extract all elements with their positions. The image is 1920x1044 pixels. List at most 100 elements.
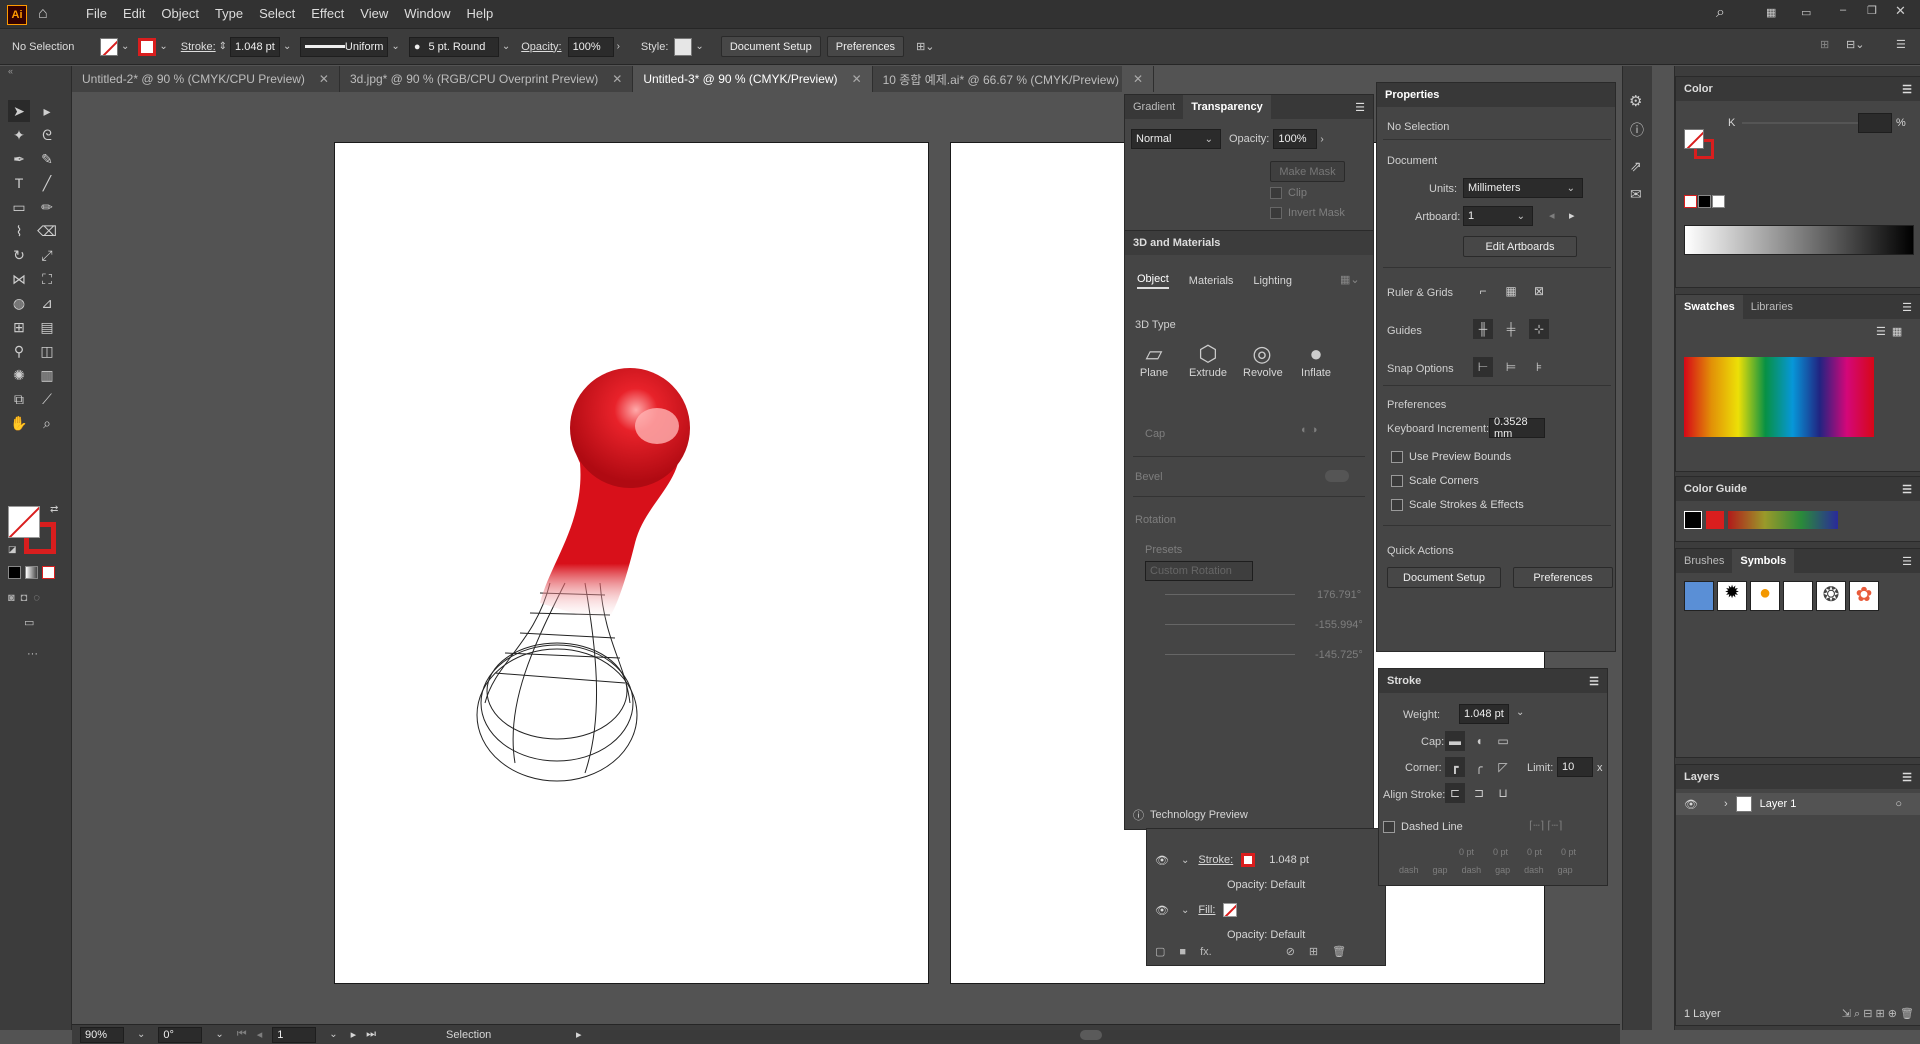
style-swatch[interactable] [674, 37, 693, 56]
k-value-field[interactable] [1858, 113, 1892, 133]
draw-normal-icon[interactable]: ◙ [8, 592, 15, 604]
brush-tool-icon[interactable]: ⌇ [8, 220, 30, 242]
close-icon[interactable]: ✕ [319, 72, 329, 86]
tab-gradient[interactable]: Gradient [1125, 95, 1183, 119]
tab-untitled-2[interactable]: Untitled-2* @ 90 % (CMYK/CPU Preview) ✕ [72, 66, 340, 92]
stroke-stepper-icon[interactable]: ⇕ [219, 41, 227, 52]
dash-field-1[interactable]: 0 pt [1459, 847, 1485, 857]
gradient-mode-icon[interactable] [25, 566, 38, 579]
lock-guides-icon[interactable]: ╪ [1501, 319, 1521, 339]
direct-selection-tool-icon[interactable]: ▸ [36, 100, 58, 122]
snap-glyph-icon[interactable]: ⊧ [1529, 357, 1549, 377]
horizontal-scrollbar[interactable] [599, 1029, 1560, 1040]
next-artboard-icon[interactable]: ▸ [351, 1028, 357, 1041]
brush-definition[interactable]: ● 5 pt. Round [408, 36, 499, 57]
add-stroke-icon[interactable]: ▢ [1155, 945, 1165, 958]
weight-field[interactable]: 1.048 pt [1459, 704, 1509, 724]
units-select[interactable]: Millimeters ⌄ [1463, 178, 1583, 198]
panel-menu-icon[interactable]: ☰ [1902, 555, 1912, 568]
stroke-weight-dropdown-icon[interactable]: ⌄ [283, 41, 291, 52]
snap-pixel-icon[interactable]: ⊨ [1501, 357, 1521, 377]
stroke-label[interactable]: Stroke: [1198, 854, 1233, 866]
stroke-weight-field[interactable]: 1.048 pt [230, 36, 281, 57]
artboard-select[interactable]: 1 ⌄ [1463, 206, 1533, 226]
dash-field-2[interactable]: 0 pt [1527, 847, 1553, 857]
add-fill-icon[interactable]: ■ [1179, 946, 1186, 958]
close-icon[interactable]: ✕ [1895, 3, 1906, 19]
3d-bulb-object[interactable] [335, 143, 930, 985]
pencil-tool-icon[interactable]: ✏ [36, 196, 58, 218]
panel-menu-icon[interactable]: ☰ [1896, 38, 1906, 51]
prev-artboard-icon[interactable]: ◂ [1549, 209, 1555, 222]
fill-color-icon[interactable] [1223, 903, 1238, 917]
close-icon[interactable]: ✕ [1133, 72, 1143, 86]
bevel-toggle[interactable] [1325, 470, 1349, 482]
minimize-icon[interactable]: – [1840, 4, 1846, 16]
symbol-2[interactable]: ✹ [1717, 581, 1747, 611]
profile-dropdown-icon[interactable]: ⌄ [391, 41, 399, 52]
tab-libraries[interactable]: Libraries [1743, 295, 1801, 319]
rotation-dropdown-icon[interactable]: ⌄ [215, 1029, 223, 1040]
close-icon[interactable]: ✕ [852, 72, 862, 86]
gradient-tool-icon[interactable]: ▤ [36, 316, 58, 338]
info-icon[interactable]: ⓘ [1630, 120, 1644, 140]
line-tool-icon[interactable]: ╱ [36, 172, 58, 194]
comments-icon[interactable]: ✉ [1630, 186, 1642, 203]
stroke-swatch[interactable] [138, 37, 157, 56]
layer-name[interactable]: Layer 1 [1760, 798, 1797, 810]
draw-behind-icon[interactable]: ◘ [21, 592, 28, 604]
fill-swatch[interactable] [1684, 129, 1704, 149]
align-inside-icon[interactable]: ⊐ [1469, 783, 1489, 803]
visibility-icon[interactable]: 👁 [1684, 798, 1698, 811]
gap-field-2[interactable]: 0 pt [1561, 847, 1587, 857]
inflate-button[interactable]: ● Inflate [1297, 341, 1335, 379]
menu-edit[interactable]: Edit [117, 6, 151, 21]
search-icon[interactable]: ⌕ [1716, 4, 1725, 22]
white-swatch[interactable] [1712, 195, 1725, 208]
opacity-arrow-icon[interactable]: › [617, 41, 620, 52]
tab-lighting[interactable]: Lighting [1253, 275, 1292, 287]
tab-swatches[interactable]: Swatches [1676, 295, 1743, 319]
extrude-button[interactable]: ⬡ Extrude [1189, 341, 1227, 379]
panel-menu-icon[interactable]: ☰ [1902, 483, 1912, 496]
tab-untitled-3[interactable]: Untitled-3* @ 90 % (CMYK/Preview) ✕ [633, 66, 873, 92]
rotate-y-value[interactable]: -155.994° [1315, 619, 1363, 631]
color-mode-icon[interactable] [8, 566, 21, 579]
opacity-field[interactable]: 100% [567, 36, 614, 57]
brush-dropdown-icon[interactable]: ⌄ [502, 41, 510, 52]
tab-example[interactable]: 10 종합 예제.ai* @ 66.67 % (CMYK/Preview) ✕ [873, 66, 1155, 92]
opacity-arrow-icon[interactable]: › [1320, 134, 1323, 145]
home-icon[interactable]: ⌂ [38, 5, 58, 23]
render-settings-icon[interactable]: ▦⌄ [1340, 273, 1360, 286]
cap-icons[interactable]: ◐ ◑ [1301, 424, 1317, 436]
eyedropper-tool-icon[interactable]: ⚲ [8, 340, 30, 362]
symbol-3[interactable]: ● [1750, 581, 1780, 611]
tab-brushes[interactable]: Brushes [1676, 549, 1732, 573]
panel-menu-icon[interactable]: ☰ [1902, 771, 1912, 784]
transform-icon[interactable]: ⊟⌄ [1846, 38, 1864, 51]
slice-tool-icon[interactable]: ⟋ [36, 388, 58, 410]
artboard-dropdown-icon[interactable]: ⌄ [329, 1029, 337, 1040]
revolve-button[interactable]: ◎ Revolve [1243, 341, 1283, 379]
align-icon[interactable]: ⊞ [1820, 38, 1829, 51]
zoom-field[interactable]: 90% [80, 1026, 124, 1043]
perspective-grid-tool-icon[interactable]: ⊿ [36, 292, 58, 314]
scale-tool-icon[interactable]: ⤢ [36, 244, 58, 266]
use-preview-bounds-checkbox[interactable] [1391, 451, 1403, 464]
visibility-icon[interactable]: 👁 [1155, 854, 1169, 867]
status-menu-icon[interactable]: ▸ [576, 1028, 582, 1041]
scale-strokes-checkbox[interactable] [1391, 499, 1403, 512]
show-guides-icon[interactable]: ╫ [1473, 319, 1493, 339]
list-view-icon[interactable]: ☰ [1876, 325, 1886, 338]
zoom-tool-icon[interactable]: ⌕ [36, 412, 58, 434]
blend-mode-select[interactable]: Normal ⌄ [1131, 129, 1221, 149]
align-outside-icon[interactable]: ⊔ [1493, 783, 1513, 803]
style-dropdown-icon[interactable]: ⌄ [695, 41, 703, 52]
menu-view[interactable]: View [354, 6, 394, 21]
panel-menu-icon[interactable]: ☰ [1902, 83, 1912, 96]
fx-icon[interactable]: fx. [1200, 946, 1212, 958]
snap-point-icon[interactable]: ⊢ [1473, 357, 1493, 377]
grid-icon[interactable]: ▦ [1501, 281, 1521, 301]
align-center-icon[interactable]: ⊏ [1445, 783, 1465, 803]
scale-corners-checkbox[interactable] [1391, 475, 1403, 488]
